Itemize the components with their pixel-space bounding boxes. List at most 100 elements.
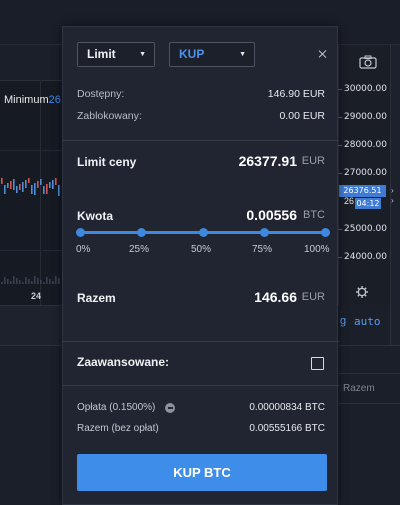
price-axis-label: 26 (344, 196, 355, 206)
slider-stop-100[interactable] (321, 228, 330, 237)
slider-stop-50[interactable] (199, 228, 208, 237)
chevron-right-icon[interactable]: › (391, 186, 394, 195)
price-axis-label: 30000.00 (344, 84, 387, 94)
order-type-select[interactable]: Limit ▼ (77, 42, 155, 67)
amount-unit: BTC (303, 209, 325, 221)
volume-bar (43, 282, 45, 284)
candle (25, 180, 27, 188)
limit-price-label: Limit ceny (77, 155, 137, 169)
divider (338, 403, 400, 404)
price-axis-label: 28000.00 (344, 140, 387, 150)
advanced-checkbox[interactable] (311, 357, 324, 370)
net-total-label: Razem (bez opłat) (77, 423, 159, 434)
fee-value: 0.00000834 BTC (249, 402, 325, 413)
caret-down-icon: ▼ (139, 51, 146, 58)
candle (55, 178, 57, 185)
volume-bar (49, 279, 51, 284)
scale-auto-button[interactable]: auto (354, 315, 381, 328)
axis-tick-mark (338, 117, 342, 118)
volume-bar (31, 281, 33, 284)
candle (22, 182, 24, 192)
volume-bar (55, 276, 57, 284)
orders-column-razem: Razem (343, 383, 375, 394)
candle (34, 183, 36, 195)
info-icon[interactable] (165, 403, 175, 413)
candle (40, 179, 42, 185)
volume-bar (13, 276, 15, 284)
slider-label-100[interactable]: 100% (304, 244, 330, 255)
order-type-value: Limit (87, 47, 116, 61)
scale-option-log[interactable]: g (340, 315, 346, 327)
chevron-right-icon[interactable]: › (391, 196, 394, 205)
advanced-label: Zaawansowane: (77, 355, 170, 369)
limit-price-input[interactable]: 26377.91 (239, 153, 297, 169)
slider-stop-25[interactable] (137, 228, 146, 237)
blocked-value: 0.00 EUR (279, 110, 325, 122)
axis-tick-mark (338, 173, 342, 174)
limit-price-unit: EUR (301, 155, 325, 167)
candle (58, 185, 60, 196)
volume-bar (28, 279, 30, 284)
volume-bar (16, 278, 18, 284)
volume-bar (10, 281, 12, 284)
volume-bar (25, 277, 27, 284)
divider (63, 140, 339, 141)
amount-label: Kwota (77, 209, 113, 223)
volume-bars (1, 276, 60, 284)
slider-label-25[interactable]: 25% (129, 244, 149, 255)
gear-icon[interactable] (355, 285, 369, 299)
volume-bar (4, 277, 6, 284)
divider (338, 373, 400, 374)
volume-bar (37, 278, 39, 284)
caret-down-icon: ▼ (239, 51, 246, 58)
candle (4, 185, 6, 194)
candle (31, 185, 33, 194)
divider (63, 385, 339, 386)
slider-label-50[interactable]: 50% (191, 244, 211, 255)
price-axis-label: 25000.00 (344, 224, 387, 234)
blocked-label: Zablokowany: (77, 110, 142, 122)
net-total-value: 0.00555166 BTC (249, 423, 325, 434)
candle (1, 178, 3, 184)
candle (10, 181, 12, 189)
slider-stop-0[interactable] (76, 228, 85, 237)
fee-label: Opłata (0.1500%) (77, 402, 156, 413)
divider (63, 341, 339, 342)
volume-bar (1, 282, 3, 284)
volume-bar (19, 280, 21, 284)
candle (46, 184, 48, 194)
volume-bar (40, 280, 42, 284)
volume-bar (22, 282, 24, 284)
price-axis-label: 27000.00 (344, 168, 387, 178)
close-icon[interactable] (316, 48, 330, 62)
candlestick-series (1, 178, 60, 196)
candle (19, 184, 21, 190)
candle (43, 186, 45, 194)
candle (13, 179, 15, 190)
slider-stop-75[interactable] (260, 228, 269, 237)
minimum-label: Minimum (4, 94, 49, 106)
volume-bar (34, 276, 36, 284)
candle (37, 181, 39, 188)
total-unit: EUR (301, 291, 325, 303)
order-side-value: KUP (179, 47, 205, 61)
minimum-value: 26 (48, 94, 61, 106)
minimum-indicator: Minimum26 (4, 94, 61, 106)
amount-input[interactable]: 0.00556 (246, 207, 297, 223)
axis-tick-mark (338, 145, 342, 146)
order-side-select[interactable]: KUP ▼ (169, 42, 255, 67)
camera-icon[interactable] (359, 55, 377, 69)
chart-gridline (0, 250, 62, 251)
slider-label-0[interactable]: 0% (76, 244, 90, 255)
total-value: 146.66 (254, 289, 297, 305)
axis-tick-mark (338, 257, 342, 258)
candle (16, 186, 18, 193)
buy-btc-button[interactable]: KUP BTC (77, 454, 327, 491)
chart-gridline (0, 150, 62, 151)
candle (52, 180, 54, 189)
chart-footer (0, 305, 62, 345)
volume-bar (52, 281, 54, 284)
slider-label-75[interactable]: 75% (252, 244, 272, 255)
candle (49, 182, 51, 188)
price-axis-label: 29000.00 (344, 112, 387, 122)
